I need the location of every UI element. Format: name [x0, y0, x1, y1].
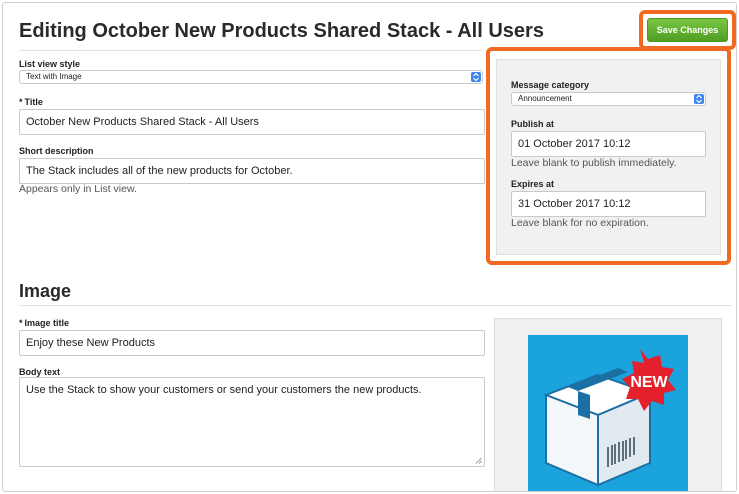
- message-category-select[interactable]: Announcement: [511, 92, 706, 106]
- save-button[interactable]: Save Changes: [647, 18, 728, 42]
- publish-at-input[interactable]: 01 October 2017 10:12: [511, 131, 706, 157]
- list-view-style-value: Text with Image: [26, 72, 82, 81]
- scheduling-highlight: Message category Announcement Publish at…: [486, 47, 731, 265]
- select-arrows-icon: [471, 72, 481, 82]
- scheduling-panel: Message category Announcement Publish at…: [496, 59, 721, 255]
- divider: [19, 305, 732, 306]
- expires-at-label: Expires at: [511, 179, 555, 189]
- title-label-text: Title: [24, 97, 43, 107]
- expires-at-help: Leave blank for no expiration.: [511, 217, 649, 229]
- select-arrows-icon: [694, 94, 704, 104]
- body-text-value: Use the Stack to show your customers or …: [26, 384, 422, 396]
- short-description-help: Appears only in List view.: [19, 183, 137, 195]
- image-title-label: * Image title: [19, 318, 69, 328]
- required-mark: *: [19, 318, 23, 328]
- save-highlight: Save Changes: [639, 10, 736, 50]
- required-mark: *: [19, 97, 23, 107]
- page-title: Editing October New Products Shared Stac…: [19, 20, 544, 42]
- title-input[interactable]: October New Products Shared Stack - All …: [19, 109, 485, 135]
- resize-grip-icon[interactable]: [475, 457, 482, 464]
- body-text-label: Body text: [19, 367, 61, 377]
- image-section-heading: Image: [19, 281, 72, 301]
- list-view-style-select[interactable]: Text with Image: [19, 70, 483, 84]
- body-text-textarea[interactable]: Use the Stack to show your customers or …: [19, 377, 485, 467]
- short-description-input[interactable]: The Stack includes all of the new produc…: [19, 158, 485, 184]
- box-icon: NEW: [543, 349, 676, 487]
- list-view-style-label: List view style: [19, 59, 81, 69]
- image-preview-panel: NEW: [494, 318, 722, 491]
- title-label: * Title: [19, 97, 43, 107]
- publish-at-label: Publish at: [511, 119, 555, 129]
- short-description-label: Short description: [19, 146, 94, 156]
- expires-at-input[interactable]: 31 October 2017 10:12: [511, 191, 706, 217]
- message-category-value: Announcement: [518, 94, 572, 103]
- new-badge-text: NEW: [630, 374, 668, 391]
- divider: [19, 50, 482, 51]
- product-thumbnail[interactable]: NEW: [528, 335, 688, 491]
- image-title-label-text: Image title: [24, 318, 70, 328]
- message-category-label: Message category: [511, 80, 590, 90]
- publish-at-help: Leave blank to publish immediately.: [511, 157, 677, 169]
- editor-window: Editing October New Products Shared Stac…: [2, 2, 737, 492]
- image-title-input[interactable]: Enjoy these New Products: [19, 330, 485, 356]
